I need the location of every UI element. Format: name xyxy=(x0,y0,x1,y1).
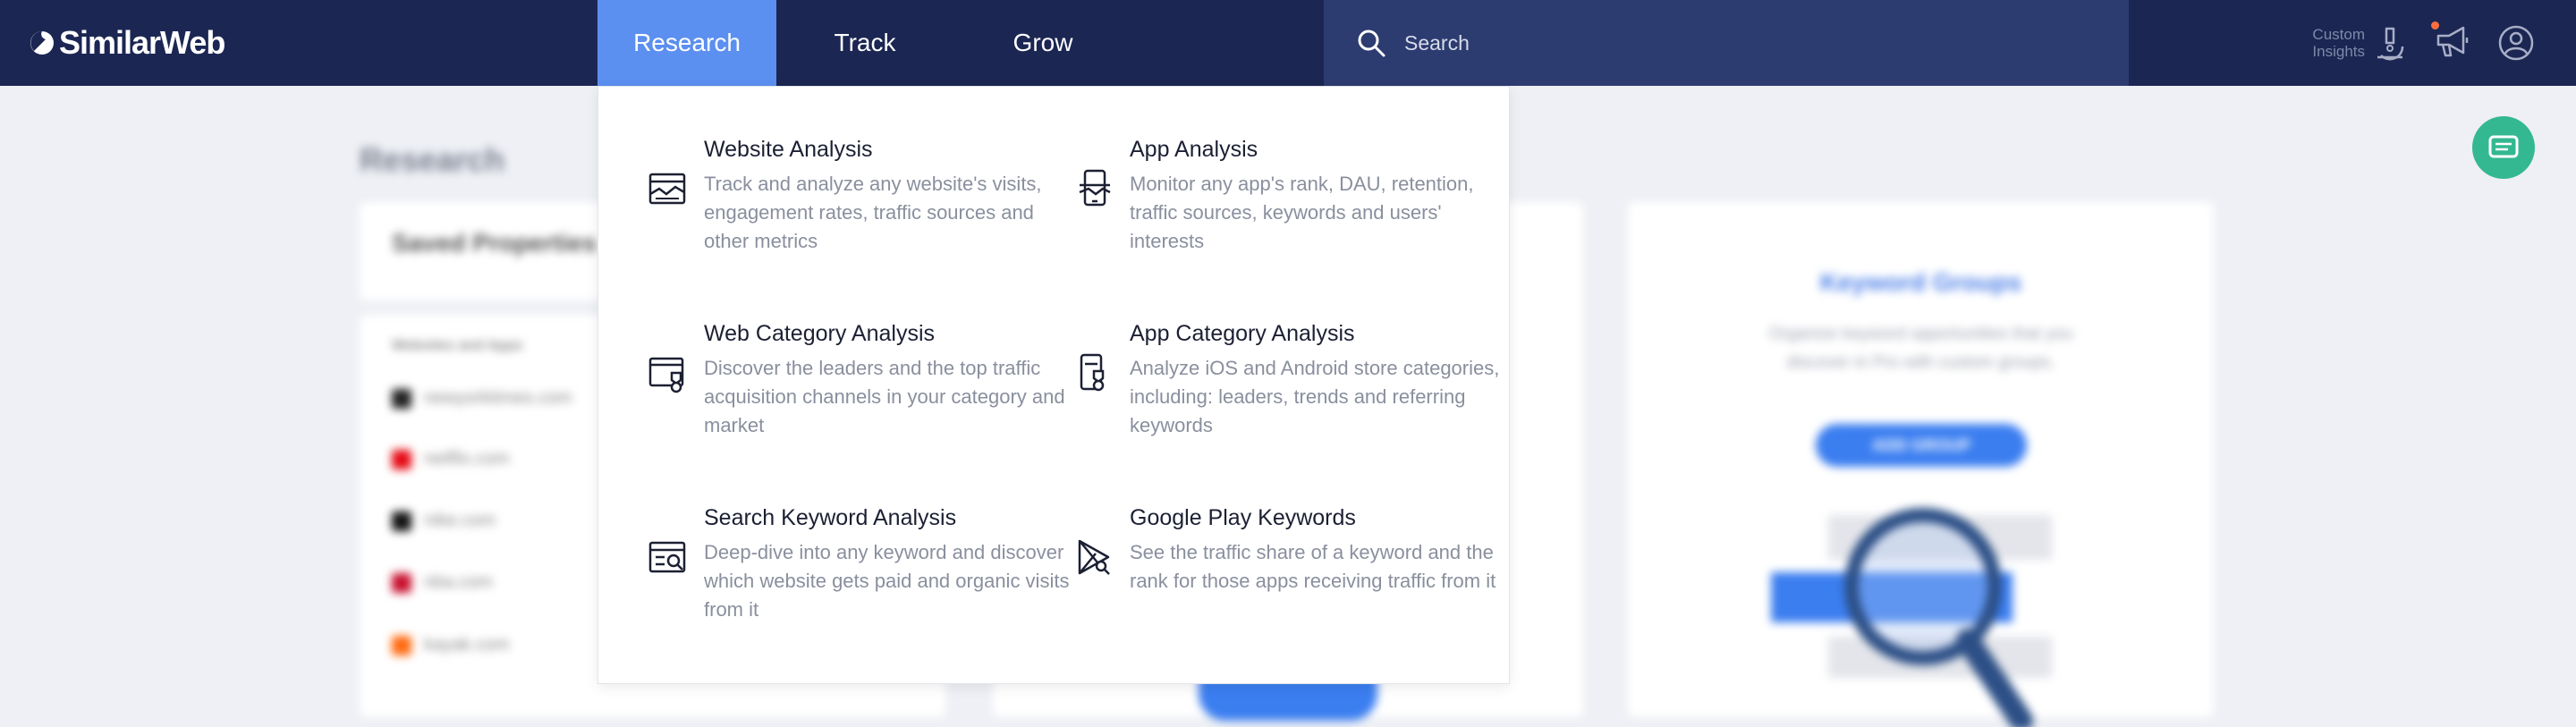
logo-text: SimilarWeb xyxy=(59,24,225,61)
chat-button[interactable] xyxy=(2472,116,2535,179)
search-keyword-icon xyxy=(648,541,686,573)
magnifier-illustration-icon xyxy=(1771,508,2052,727)
research-dropdown: Website Analysis Track and analyze any w… xyxy=(597,86,1510,684)
logo[interactable]: SimilarWeb xyxy=(29,23,225,63)
menu-item-website-analysis[interactable]: Website Analysis Track and analyze any w… xyxy=(648,137,1080,256)
search-bar[interactable] xyxy=(1324,0,2129,86)
menu-item-desc: Discover the leaders and the top traffic… xyxy=(704,357,1065,436)
menu-item-desc: Monitor any app's rank, DAU, retention, … xyxy=(1130,173,1474,252)
websites-apps-label: Websites and Apps xyxy=(392,338,523,353)
menu-item-title: App Category Analysis xyxy=(1130,321,1355,346)
tab-label: Grow xyxy=(1013,29,1073,56)
menu-item-app-analysis[interactable]: App Analysis Monitor any app's rank, DAU… xyxy=(1079,137,1505,256)
site-row[interactable]: netflix.com xyxy=(392,449,510,469)
web-category-icon xyxy=(648,357,684,393)
menu-item-desc: See the traffic share of a keyword and t… xyxy=(1130,541,1496,592)
similarweb-logo-icon xyxy=(30,31,54,55)
microscope-icon xyxy=(2377,27,2404,61)
notification-dot xyxy=(2431,21,2439,30)
tab-track[interactable]: Track xyxy=(776,0,953,86)
google-play-icon xyxy=(1078,539,1110,575)
menu-item-title: App Analysis xyxy=(1130,137,1258,162)
search-input[interactable] xyxy=(1404,30,2084,55)
menu-item-title: Search Keyword Analysis xyxy=(704,505,957,530)
menu-item-title: Website Analysis xyxy=(704,137,873,162)
megaphone-icon xyxy=(2436,26,2469,56)
tab-label: Research xyxy=(633,29,741,56)
menu-item-title: Google Play Keywords xyxy=(1130,505,1356,530)
site-favicon xyxy=(392,572,411,593)
custom-insights-button[interactable]: Custom Insights xyxy=(2312,25,2406,61)
site-row[interactable]: nba.com xyxy=(392,572,493,593)
tab-research[interactable]: Research xyxy=(597,0,776,86)
page-title: Research xyxy=(360,141,505,178)
search-icon xyxy=(1358,30,1385,57)
user-icon[interactable] xyxy=(2497,24,2535,62)
keyword-groups-desc: Organize keyword opportunities that you … xyxy=(1768,325,2073,372)
tab-grow[interactable]: Grow xyxy=(953,0,1132,86)
site-favicon xyxy=(392,635,411,655)
menu-item-web-category-analysis[interactable]: Web Category Analysis Discover the leade… xyxy=(648,321,1080,440)
site-row[interactable]: newyorktimes.com xyxy=(392,388,572,409)
app-analysis-icon xyxy=(1079,169,1111,207)
chat-icon xyxy=(2488,135,2519,158)
menu-item-desc: Analyze iOS and Android store categories… xyxy=(1130,357,1500,436)
site-row[interactable]: kayak.com xyxy=(392,635,510,655)
top-nav: SimilarWeb Research Track Grow Custom In… xyxy=(0,0,2576,86)
menu-item-desc: Track and analyze any website's visits, … xyxy=(704,173,1042,252)
notifications-button[interactable] xyxy=(2431,21,2470,63)
saved-properties-title: Saved Properties xyxy=(392,229,597,257)
tab-label: Track xyxy=(834,29,896,56)
menu-item-google-play-keywords[interactable]: Google Play Keywords See the traffic sha… xyxy=(1078,505,1505,596)
keyword-groups-title: Keyword Groups xyxy=(1819,268,2022,296)
menu-item-title: Web Category Analysis xyxy=(704,321,935,346)
menu-item-search-keyword-analysis[interactable]: Search Keyword Analysis Deep-dive into a… xyxy=(648,505,1080,624)
menu-item-app-category-analysis[interactable]: App Category Analysis Analyze iOS and An… xyxy=(1080,321,1505,440)
site-row[interactable]: nike.com xyxy=(392,511,496,531)
app-category-icon xyxy=(1080,353,1105,392)
site-favicon xyxy=(392,388,411,409)
site-favicon xyxy=(392,511,411,531)
header-actions: Custom Insights xyxy=(2312,0,2535,86)
site-favicon xyxy=(392,449,411,469)
menu-item-desc: Deep-dive into any keyword and discover … xyxy=(704,541,1070,621)
custom-insights-label: Custom Insights xyxy=(2312,26,2365,60)
add-group-button[interactable]: ADD GROUP xyxy=(1816,424,2027,467)
website-analysis-icon xyxy=(648,173,686,205)
